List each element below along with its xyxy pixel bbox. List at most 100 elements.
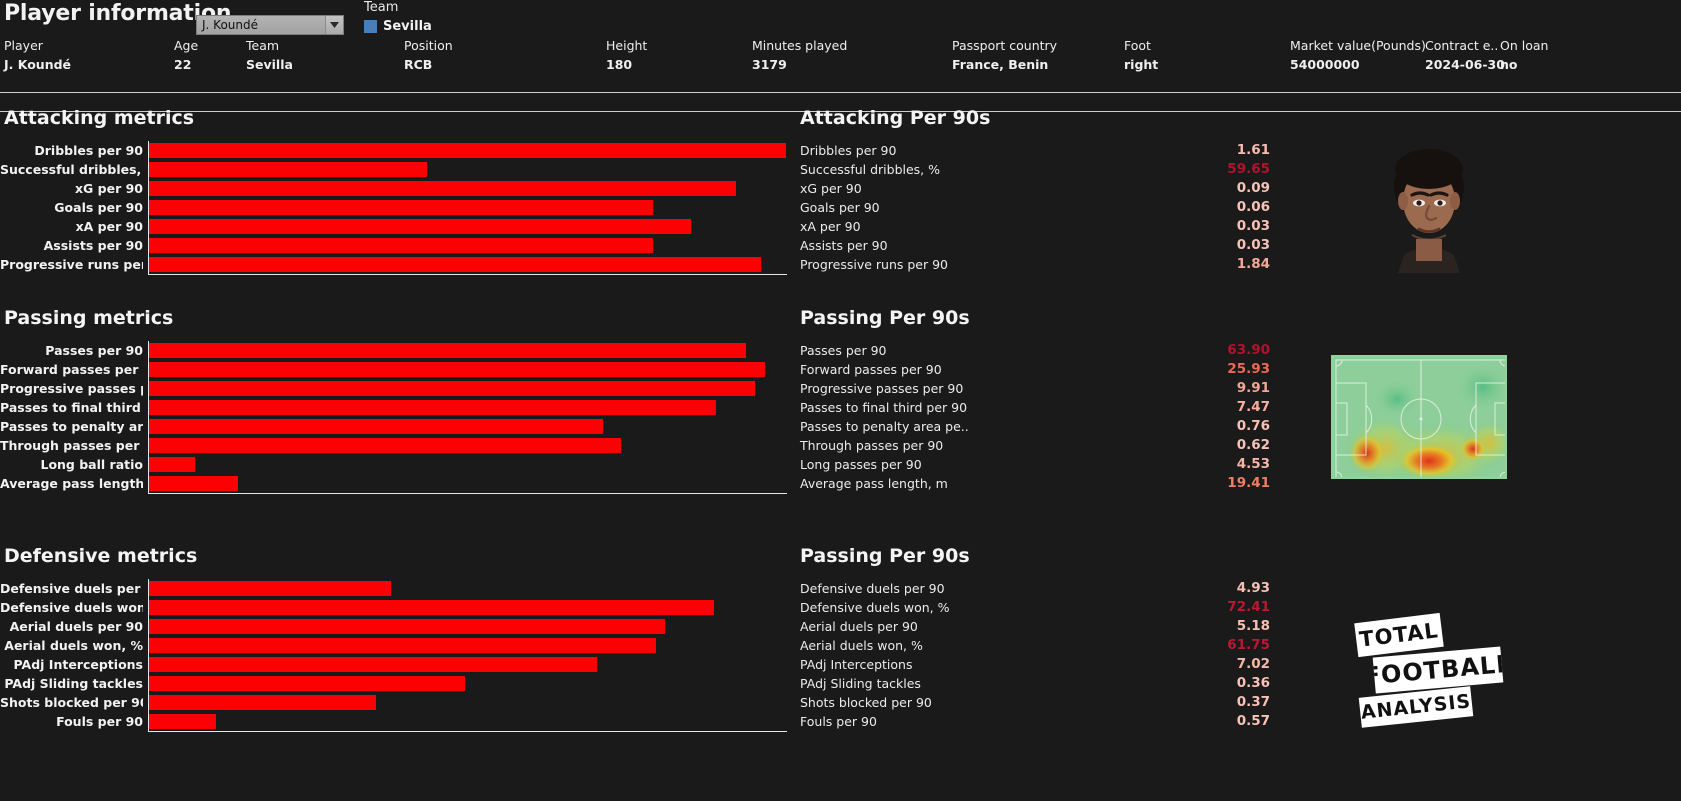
bar-label: Dribbles per 90 [34,143,143,158]
metric-name: Aerial duels per 90 [800,619,918,634]
column-header-9: Contract e.. [1425,38,1499,53]
bar-track [149,714,790,729]
metric-name: Passes to penalty area pe.. [800,419,969,434]
player-photo [1374,143,1484,273]
metric-row: PAdj Interceptions 7.02 [800,655,1280,674]
metric-name: Defensive duels per 90 [800,581,945,596]
bar-track [149,143,790,158]
bar-label: Passes to penalty area .. [0,419,143,434]
bar-label: Fouls per 90 [56,714,143,729]
bar-row: Progressive passes per .. [0,379,790,398]
bar-fill [149,676,465,691]
logo-text-football: FOOTBALL [1372,649,1504,691]
metric-name: Through passes per 90 [800,438,944,453]
bar-row: Long ball ratio [0,455,790,474]
bar-label: Progressive runs per 90 [0,257,143,272]
metric-name: Forward passes per 90 [800,362,942,377]
defensive-metrics-heading: Defensive metrics [4,545,198,567]
metric-value: 0.36 [1236,675,1270,691]
bar-fill [149,600,714,615]
metric-value: 9.91 [1236,380,1270,396]
metric-row: Fouls per 90 0.57 [800,712,1280,731]
metric-row: Aerial duels won, % 61.75 [800,636,1280,655]
passing-per90-heading: Passing Per 90s [800,307,970,329]
chevron-down-icon[interactable] [325,16,343,34]
bar-row: Passes per 90 [0,341,790,360]
column-header-2: Team [246,38,280,53]
bar-row: Defensive duels won, % [0,598,790,617]
bar-fill [149,162,427,177]
column-header-6: Passport country [952,38,1058,53]
metric-row: Defensive duels won, % 72.41 [800,598,1280,617]
pitch-heatmap [1331,355,1507,479]
cell-0: J. Koundé [4,57,72,72]
defensive-per90-heading: Passing Per 90s [800,545,970,567]
bar-track [149,419,790,434]
metric-row: Average pass length, m 19.41 [800,474,1280,493]
bar-label: Aerial duels won, % [4,638,143,653]
metric-name: Fouls per 90 [800,714,877,729]
metric-value: 0.57 [1236,713,1270,729]
metric-value: 0.37 [1236,694,1270,710]
metric-value: 0.06 [1236,199,1270,215]
bar-track [149,257,790,272]
bar-row: Shots blocked per 90 [0,693,790,712]
bar-fill [149,381,755,396]
bar-label: Goals per 90 [54,200,143,215]
metric-value: 19.41 [1227,475,1270,491]
metric-row: Through passes per 90 0.62 [800,436,1280,455]
bar-label: Long ball ratio [40,457,143,472]
metric-value: 0.76 [1236,418,1270,434]
dashboard-root: Player information J. Koundé Team Sevill… [0,0,1681,801]
bar-label: PAdj Sliding tackles [4,676,143,691]
bar-track [149,600,790,615]
column-header-3: Position [404,38,453,53]
bar-row: Through passes per 90 [0,436,790,455]
metric-name: Average pass length, m [800,476,948,491]
bar-track [149,581,790,596]
bar-track [149,438,790,453]
bar-fill [149,219,691,234]
bar-label: Successful dribbles, % [0,162,143,177]
metric-value: 1.61 [1236,142,1270,158]
defensive-metrics-chart: Defensive duels per 90 Defensive duels wo… [0,579,790,732]
bar-fill [149,257,761,272]
cell-8: 54000000 [1290,57,1360,72]
bar-row: Defensive duels per 90 [0,579,790,598]
bar-label: Shots blocked per 90 [0,695,143,710]
defensive-per90-list: Defensive duels per 90 4.93 Defensive duel… [800,579,1280,731]
attacking-per90-heading: Attacking Per 90s [800,107,991,129]
bar-track [149,200,790,215]
metric-value: 63.90 [1227,342,1270,358]
metric-row: Passes per 90 63.90 [800,341,1280,360]
bar-label: Progressive passes per .. [0,381,143,396]
logo-plate-total: TOTAL [1354,612,1444,658]
bar-label: Aerial duels per 90 [9,619,143,634]
bar-label: Average pass length, m [0,476,143,491]
passing-metrics-chart: Passes per 90 Forward passes per 90 Progre… [0,341,790,494]
metric-value: 0.09 [1236,180,1270,196]
bar-label: xG per 90 [74,181,143,196]
table-rule-top [0,92,1681,93]
bar-row: PAdj Sliding tackles [0,674,790,693]
cell-2: Sevilla [246,57,293,72]
metric-value: 61.75 [1227,637,1270,653]
bar-fill [149,657,597,672]
bar-track [149,181,790,196]
bar-row: xA per 90 [0,217,790,236]
metric-row: Long passes per 90 4.53 [800,455,1280,474]
bar-track [149,457,790,472]
bar-row: Passes to final third per.. [0,398,790,417]
metric-row: Defensive duels per 90 4.93 [800,579,1280,598]
player-select-dropdown[interactable]: J. Koundé [196,15,344,35]
bar-fill [149,638,656,653]
metric-value: 7.02 [1236,656,1270,672]
team-caption: Team [364,0,399,15]
bar-row: Goals per 90 [0,198,790,217]
metric-name: Aerial duels won, % [800,638,923,653]
bar-fill [149,457,195,472]
player-info-table: Player Age Team Position Height Minutes playe… [0,38,1681,112]
metric-name: Successful dribbles, % [800,162,941,177]
cell-10: no [1500,57,1518,72]
metric-row: Aerial duels per 90 5.18 [800,617,1280,636]
